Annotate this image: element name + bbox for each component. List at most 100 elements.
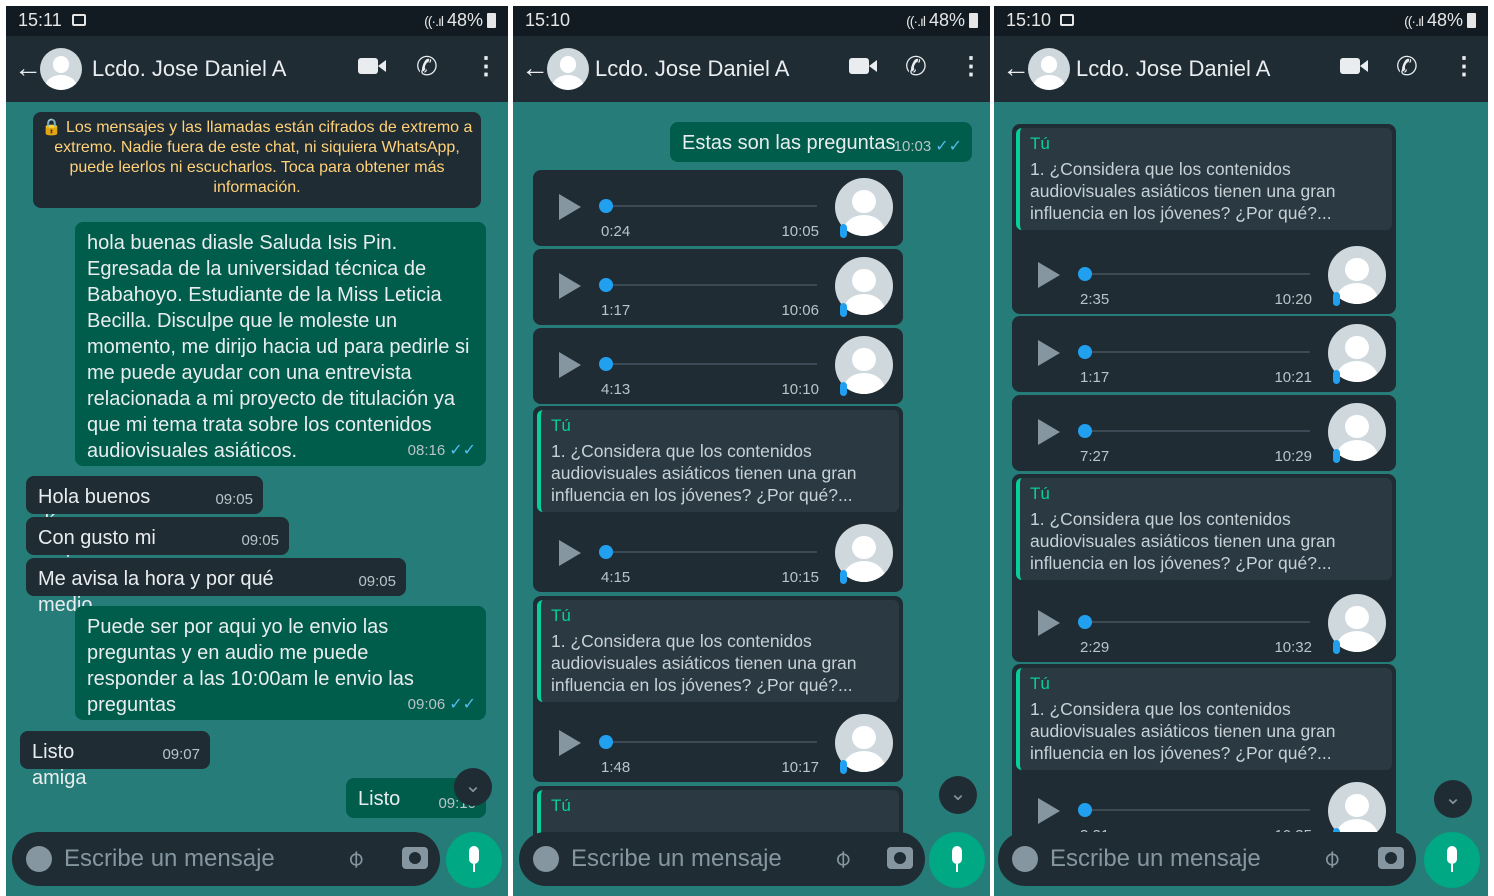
play-icon[interactable] xyxy=(559,730,581,756)
message-time: 10:29 xyxy=(1274,448,1312,465)
avatar[interactable] xyxy=(1028,48,1070,90)
seek-handle[interactable] xyxy=(1078,267,1092,281)
play-icon[interactable] xyxy=(559,352,581,378)
quoted-message[interactable]: Tú 1. ¿Considera que los contenidos audi… xyxy=(1016,668,1392,770)
scroll-down-icon[interactable]: ⌄ xyxy=(1434,780,1472,818)
chat-header: ← Lcdo. Jose Daniel A ✆ ⋮ xyxy=(513,36,990,102)
voice-message[interactable]: 4:13 10:10 xyxy=(533,328,903,404)
voice-player[interactable]: 1:48 10:17 xyxy=(533,706,903,782)
message-input-bar[interactable]: Escribe un mensaje ⌀ xyxy=(998,832,1416,886)
message-time: 09:05 xyxy=(358,573,396,590)
encryption-notice[interactable]: 🔒 Los mensajes y las llamadas están cifr… xyxy=(33,112,481,208)
voice-player[interactable]: 2:35 10:20 xyxy=(1012,238,1396,314)
more-icon[interactable]: ⋮ xyxy=(1452,52,1476,81)
message-input[interactable]: Escribe un mensaje xyxy=(571,845,782,873)
play-icon[interactable] xyxy=(1038,262,1060,288)
audio-duration: 0:24 xyxy=(601,223,631,240)
mic-button[interactable] xyxy=(929,832,985,888)
seek-handle[interactable] xyxy=(599,199,613,213)
more-icon[interactable]: ⋮ xyxy=(959,52,983,81)
quoted-message[interactable]: Tú 1. ¿Considera que los contenidos audi… xyxy=(537,410,899,512)
message-outgoing[interactable]: Estas son las preguntas 10:03 ✓✓ xyxy=(670,122,972,162)
emoji-icon[interactable] xyxy=(26,846,52,872)
play-icon[interactable] xyxy=(1038,419,1060,445)
attach-icon[interactable]: ⌀ xyxy=(827,843,858,874)
video-call-icon[interactable] xyxy=(358,58,386,74)
audio-duration: 1:48 xyxy=(601,759,631,776)
camera-icon[interactable] xyxy=(887,847,913,869)
attach-icon[interactable]: ⌀ xyxy=(340,843,371,874)
message-incoming[interactable]: Hola buenos días 09:05 xyxy=(26,476,263,534)
message-input-bar[interactable]: Escribe un mensaje ⌀ xyxy=(519,832,925,886)
video-call-icon[interactable] xyxy=(849,58,877,74)
back-arrow-icon[interactable]: ← xyxy=(1002,52,1030,84)
play-icon[interactable] xyxy=(1038,610,1060,636)
contact-name[interactable]: Lcdo. Jose Daniel A xyxy=(595,56,789,82)
message-incoming[interactable]: Con gusto mi amiga 09:05 xyxy=(26,517,289,575)
attach-icon[interactable]: ⌀ xyxy=(1316,843,1347,874)
status-right: ((·.ıl 48% xyxy=(906,10,978,31)
voice-message[interactable]: 7:27 10:29 xyxy=(1012,395,1396,471)
contact-name[interactable]: Lcdo. Jose Daniel A xyxy=(1076,56,1270,82)
status-bar: 15:10 ((·.ıl 48% xyxy=(994,6,1488,36)
mic-icon xyxy=(1333,370,1340,384)
phone-icon[interactable]: ✆ xyxy=(1396,51,1418,82)
mic-button[interactable] xyxy=(446,832,502,888)
voice-reply-message[interactable]: Tú 1. ¿Considera que los contenidos audi… xyxy=(1012,124,1396,314)
seek-handle[interactable] xyxy=(599,545,613,559)
seek-handle[interactable] xyxy=(1078,345,1092,359)
play-icon[interactable] xyxy=(559,194,581,220)
message-input[interactable]: Escribe un mensaje xyxy=(1050,845,1261,873)
quoted-message[interactable]: Tú 1. ¿Considera que los contenidos audi… xyxy=(1016,478,1392,580)
message-incoming[interactable]: Me avisa la hora y por qué medio 09:05 xyxy=(26,558,406,616)
quoted-text: 1. ¿Considera que los contenidos audiovi… xyxy=(1030,699,1336,763)
scroll-down-icon[interactable]: ⌄ xyxy=(939,776,977,814)
phone-icon[interactable]: ✆ xyxy=(416,51,438,82)
status-time: 15:11 xyxy=(18,10,62,30)
voice-reply-message[interactable]: Tú 1. ¿Considera que los contenidos audi… xyxy=(533,406,903,592)
message-incoming[interactable]: Listo amiga 09:07 xyxy=(20,731,210,789)
play-icon[interactable] xyxy=(1038,798,1060,824)
phone-icon[interactable]: ✆ xyxy=(905,51,927,82)
voice-reply-message[interactable]: Tú 1. ¿Considera que los contenidos audi… xyxy=(1012,474,1396,662)
emoji-icon[interactable] xyxy=(1012,846,1038,872)
seek-handle[interactable] xyxy=(1078,803,1092,817)
seek-handle[interactable] xyxy=(1078,615,1092,629)
seek-handle[interactable] xyxy=(599,278,613,292)
more-icon[interactable]: ⋮ xyxy=(474,52,498,81)
voice-player[interactable]: 4:15 10:15 xyxy=(533,516,903,592)
avatar[interactable] xyxy=(40,48,82,90)
seek-handle[interactable] xyxy=(599,735,613,749)
message-meta: 08:16 ✓✓ xyxy=(408,440,476,460)
voice-reply-message[interactable]: Tú 1. ¿Considera que los contenidos audi… xyxy=(1012,664,1396,850)
mic-icon xyxy=(469,846,479,864)
camera-icon[interactable] xyxy=(402,847,428,869)
voice-reply-message[interactable]: Tú 1. ¿Considera que los contenidos audi… xyxy=(533,596,903,782)
back-arrow-icon[interactable]: ← xyxy=(521,52,549,84)
camera-icon[interactable] xyxy=(1378,847,1404,869)
message-input-bar[interactable]: Escribe un mensaje ⌀ xyxy=(12,832,440,886)
voice-message[interactable]: 1:17 10:21 xyxy=(1012,316,1396,392)
voice-player[interactable]: 2:29 10:32 xyxy=(1012,586,1396,662)
audio-duration: 2:35 xyxy=(1080,291,1110,308)
seek-handle[interactable] xyxy=(599,357,613,371)
message-input[interactable]: Escribe un mensaje xyxy=(64,845,275,873)
quoted-message[interactable]: Tú 1. ¿Considera que los contenidos audi… xyxy=(537,600,899,702)
video-call-icon[interactable] xyxy=(1340,58,1368,74)
message-outgoing[interactable]: Puede ser por aqui yo le envio las pregu… xyxy=(75,606,486,720)
play-icon[interactable] xyxy=(559,273,581,299)
play-icon[interactable] xyxy=(1038,340,1060,366)
emoji-icon[interactable] xyxy=(533,846,559,872)
voice-message[interactable]: 1:17 10:06 xyxy=(533,249,903,325)
chat-header: ← Lcdo. Jose Daniel A ✆ ⋮ xyxy=(6,36,508,102)
voice-message[interactable]: 0:24 10:05 xyxy=(533,170,903,246)
seek-handle[interactable] xyxy=(1078,424,1092,438)
play-icon[interactable] xyxy=(559,540,581,566)
mic-button[interactable] xyxy=(1424,832,1480,888)
avatar[interactable] xyxy=(547,48,589,90)
back-arrow-icon[interactable]: ← xyxy=(14,52,42,84)
message-outgoing[interactable]: hola buenas diasle Saluda Isis Pin. Egre… xyxy=(75,222,486,466)
contact-name[interactable]: Lcdo. Jose Daniel A xyxy=(92,56,286,82)
scroll-down-icon[interactable]: ⌄ xyxy=(454,768,492,806)
quoted-message[interactable]: Tú 1. ¿Considera que los contenidos audi… xyxy=(1016,128,1392,230)
